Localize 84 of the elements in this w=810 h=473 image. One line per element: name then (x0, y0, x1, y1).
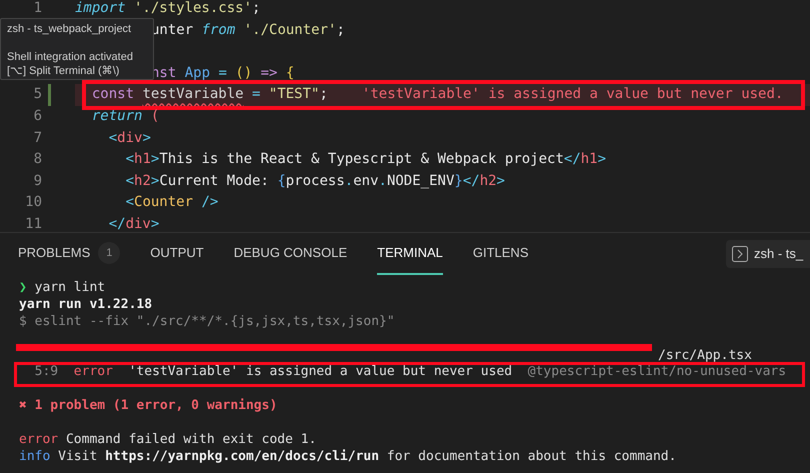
tooltip-text: [⌥] Split Terminal (⌘\) (7, 64, 120, 78)
terminal-text: @typescript-eslint/no-unused-vars (526, 364, 786, 382)
code-token: } (454, 172, 463, 189)
code-token: < (108, 130, 118, 146)
tooltip-title: zsh - ts_webpack_project (7, 22, 132, 36)
code-token: = (251, 86, 262, 102)
code-token: h1 (134, 151, 151, 168)
code-token: ; (336, 22, 345, 38)
line-number: 8 (34, 151, 42, 168)
code-token: div (117, 130, 142, 146)
panel-tab[interactable]: DEBUG CONSOLE (234, 233, 348, 275)
terminal-text: error (19, 432, 58, 449)
code-token: </ (108, 216, 126, 232)
code-token: > (150, 216, 160, 232)
code-token: => (260, 64, 278, 81)
terminal-text: Command failed with exit code 1. (64, 432, 316, 449)
tooltip-text: Shell integration activated (7, 50, 134, 64)
code-token: </ (564, 151, 581, 168)
code-token: </ (462, 172, 480, 189)
code-token: './styles.css' (133, 0, 252, 16)
code-token: > (150, 151, 160, 168)
code-token: > (150, 172, 160, 189)
code-token: > (598, 151, 606, 168)
terminal-text: yarn run v1.22.18 (19, 296, 152, 314)
code-token: { (277, 172, 286, 189)
inline-error-message: 'testVariable' is assigned a value but never used. (362, 86, 784, 102)
code-token: . (344, 172, 354, 189)
code-token: { (286, 64, 294, 81)
panel-tab[interactable]: TERMINAL (377, 233, 443, 275)
code-token: from (202, 22, 236, 38)
line-number: 7 (34, 130, 42, 146)
code-token: = (217, 64, 228, 81)
code-token: NODE_ENV (386, 172, 454, 189)
line-number: 6 (34, 108, 42, 124)
code-token: () (235, 64, 252, 81)
code-token: env (353, 172, 379, 189)
code-token: < (124, 172, 134, 189)
terminal-text: ✖ 1 problem (1 error, 0 warnings) (19, 398, 278, 416)
count-badge: 1 (98, 242, 120, 264)
terminal-text: for documentation about this command. (386, 448, 676, 466)
code-token: > (142, 130, 151, 146)
terminal-text: info (19, 448, 50, 466)
code-token: . (378, 172, 387, 189)
code-token: ; (319, 86, 328, 102)
code-token: /> (200, 194, 218, 210)
code-token: div (126, 216, 151, 232)
line-number: 11 (25, 216, 42, 232)
terminal-text: Visit (57, 448, 98, 466)
line-number: 5 (34, 86, 42, 102)
code-token: process (286, 172, 345, 189)
code-token: Counter (134, 194, 194, 210)
terminal-text: https://yarnpkg.com/en/docs/cli/run (105, 448, 380, 466)
code-token: > (496, 172, 505, 189)
code-token: h2 (134, 172, 151, 189)
terminal-text: ❯ (19, 280, 27, 297)
code-token: return (90, 108, 142, 124)
terminal-text: $ eslint --fix "./src/**/*.{js,jsx,ts,tsx,json}" (19, 314, 395, 331)
code-token: './Counter' (242, 22, 336, 38)
code-token: < (124, 151, 134, 168)
code-token: App (184, 64, 210, 81)
code-token: < (124, 194, 134, 210)
terminal-selector[interactable]: zsh - ts_ (726, 240, 810, 268)
panel-tab[interactable]: OUTPUT (150, 233, 204, 275)
line-number: 10 (25, 194, 42, 210)
code-token: h1 (580, 151, 598, 168)
terminal-text: yarn lint (34, 280, 106, 297)
panel-tab[interactable]: GITLENS (472, 233, 528, 275)
terminal-icon (732, 246, 748, 262)
terminal-text: 5:9 (34, 364, 58, 382)
code-token: const (90, 86, 136, 102)
code-token: ; (252, 0, 260, 16)
panel-tab[interactable]: PROBLEMS 1 (18, 233, 120, 275)
code-token: testVariable (142, 86, 244, 102)
terminal-text: /src/App.tsx (658, 348, 752, 364)
code-token: Current Mode: (159, 172, 270, 189)
line-number: 1 (34, 0, 42, 16)
code-token: ( (150, 108, 160, 124)
terminal-text: 'testVariable' is assigned a value but never used (128, 364, 512, 382)
code-token: "TEST" (268, 86, 320, 102)
code-token: h2 (480, 172, 497, 189)
code-token: import (75, 0, 126, 16)
line-number: 9 (34, 172, 42, 189)
code-token: This is the React & Typescript & Webpack project (159, 151, 564, 168)
terminal-text: error (72, 364, 113, 382)
